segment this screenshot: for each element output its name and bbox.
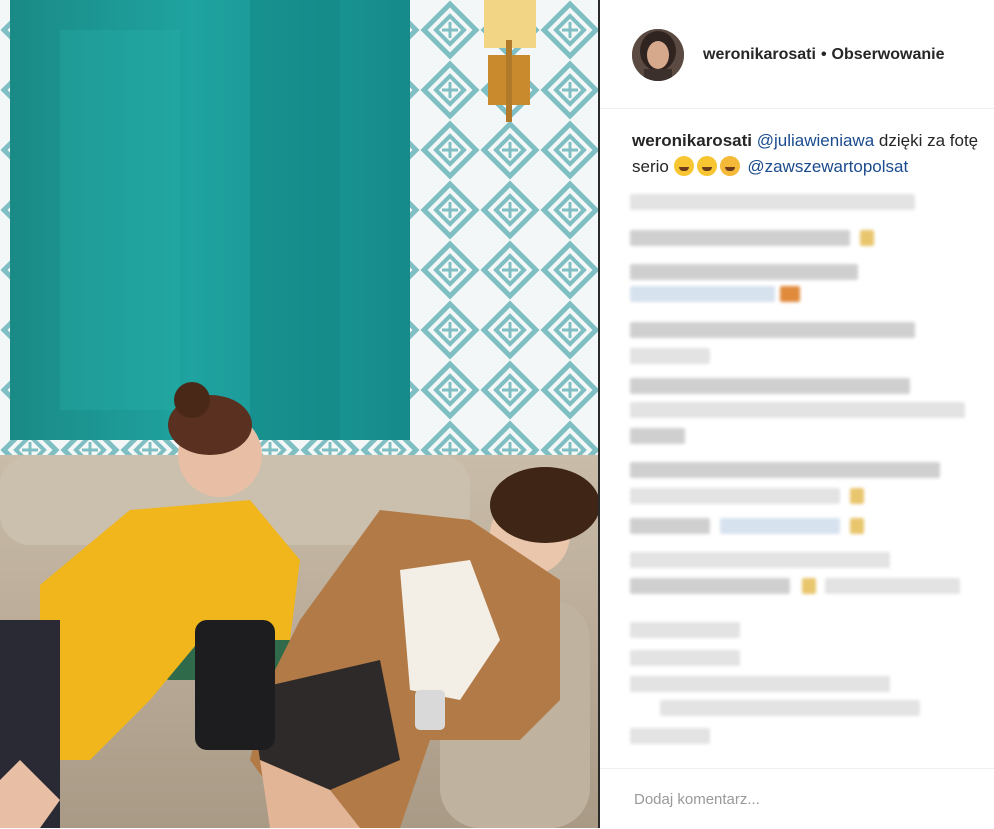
- blurred-emoji: [780, 286, 800, 302]
- avatar[interactable]: [632, 29, 684, 81]
- blurred-comment-line: [630, 402, 965, 418]
- caption-mention-1[interactable]: @juliawieniawa: [757, 131, 874, 150]
- blurred-comment-line: [630, 518, 710, 534]
- caption-mention-2[interactable]: @zawszewartopolsat: [747, 157, 908, 176]
- blurred-emoji: [850, 518, 864, 534]
- blurred-comment-line: [660, 700, 920, 716]
- post-side-panel: weronikarosati • Obserwowanie weronikarosa…: [600, 0, 994, 828]
- face-with-tongue-icon: [719, 156, 740, 176]
- blurred-comment-line: [630, 488, 840, 504]
- tears-of-joy-icon: [696, 156, 717, 176]
- blurred-comment-line: [630, 322, 915, 338]
- blurred-comment-line: [630, 378, 910, 394]
- post-photo-illustration: [0, 0, 598, 828]
- tears-of-joy-icon: [673, 156, 694, 176]
- blurred-comment-line: [630, 194, 915, 210]
- blurred-comments: [630, 188, 970, 748]
- blurred-emoji: [860, 230, 874, 246]
- add-comment-input[interactable]: [632, 787, 966, 811]
- blurred-comment-line: [630, 264, 858, 280]
- blurred-comment-line: [630, 230, 850, 246]
- blurred-comment-line: [630, 650, 740, 666]
- blurred-emoji: [850, 488, 864, 504]
- follow-status-button[interactable]: Obserwowanie: [832, 46, 945, 63]
- blurred-comment-line: [630, 286, 775, 302]
- header-text: weronikarosati • Obserwowanie: [703, 46, 944, 64]
- blurred-comment-line: [630, 348, 710, 364]
- avatar-image: [632, 29, 684, 81]
- blurred-comment-line: [720, 518, 840, 534]
- blurred-comment-line: [825, 578, 960, 594]
- post-photo[interactable]: [0, 0, 598, 828]
- blurred-comment-line: [630, 578, 790, 594]
- blurred-comment-line: [630, 676, 890, 692]
- add-comment-bar: [600, 768, 994, 829]
- blurred-comment-line: [630, 428, 685, 444]
- blurred-comment-line: [630, 622, 740, 638]
- blurred-comment-line: [630, 552, 890, 568]
- blurred-comment-line: [630, 462, 940, 478]
- post-caption: weronikarosati @juliawieniawa dzięki za …: [632, 128, 984, 180]
- caption-username[interactable]: weronikarosati: [632, 131, 752, 150]
- blurred-comment-line: [630, 728, 710, 744]
- blurred-emoji: [802, 578, 816, 594]
- post-header: weronikarosati • Obserwowanie: [600, 0, 994, 109]
- header-separator: •: [820, 46, 827, 63]
- header-username[interactable]: weronikarosati: [703, 46, 816, 63]
